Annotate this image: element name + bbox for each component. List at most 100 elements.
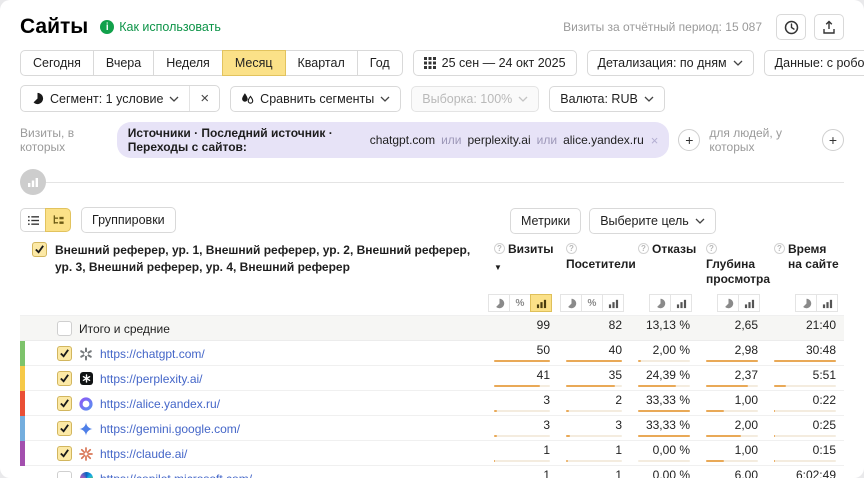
- site-link[interactable]: https://claude.ai/: [100, 447, 187, 461]
- metric-value-cell: 40: [558, 341, 630, 366]
- how-to-use-link[interactable]: i Как использовать: [100, 20, 221, 34]
- row-color-bar: [20, 441, 25, 466]
- totals-label: Итого и средние: [79, 322, 170, 336]
- metric-value-cell: 2,65: [698, 316, 766, 341]
- chevron-down-icon: [518, 96, 528, 102]
- clock-icon: [784, 20, 799, 35]
- row-checkbox[interactable]: [57, 371, 72, 386]
- add-people-condition-button[interactable]: +: [822, 129, 844, 151]
- people-filter-label: для людей, у которых: [709, 126, 813, 154]
- metric-value-cell: 1: [486, 441, 558, 466]
- goal-select-dropdown[interactable]: Выберите цель: [589, 208, 716, 234]
- metric-value-cell: 2,98: [698, 341, 766, 366]
- period-tab-5[interactable]: Год: [357, 50, 403, 76]
- metrics-button[interactable]: Метрики: [510, 208, 581, 234]
- metric-header-4[interactable]: ?Время на сайте: [766, 240, 844, 272]
- table-row: https://perplexity.ai/413524,39 %2,375:5…: [20, 366, 844, 391]
- metric-header-3[interactable]: ?Глубина просмотра: [698, 240, 766, 287]
- metric-value-cell: 99: [486, 316, 558, 341]
- select-all-checkbox[interactable]: [32, 242, 47, 257]
- metric-value-cell: 6:02:49: [766, 466, 844, 478]
- period-tab-2[interactable]: Неделя: [153, 50, 223, 76]
- sort-desc-icon: ▼: [494, 263, 502, 273]
- metric-help-icon: ?: [706, 243, 717, 254]
- compare-segments-button[interactable]: Сравнить сегменты: [230, 86, 401, 112]
- metric-value-cell: 24,39 %: [630, 366, 698, 391]
- segment-clear-button[interactable]: ×: [189, 86, 219, 111]
- period-tab-0[interactable]: Сегодня: [20, 50, 94, 76]
- segment-dropdown[interactable]: Сегмент: 1 условие: [21, 86, 189, 111]
- period-tab-3[interactable]: Месяц: [222, 50, 286, 76]
- metric-help-icon: ?: [774, 243, 785, 254]
- metric-header-1[interactable]: ?Посетители: [558, 240, 630, 272]
- list-view-button[interactable]: [20, 208, 46, 232]
- collapsed-chart-row: [20, 169, 844, 195]
- site-link[interactable]: https://perplexity.ai/: [100, 372, 203, 386]
- metric-value-cell: 0:22: [766, 391, 844, 416]
- period-tab-4[interactable]: Квартал: [285, 50, 358, 76]
- calendar-grid-icon: [424, 57, 436, 69]
- metric-value-cell: 3: [486, 416, 558, 441]
- date-range-button[interactable]: 25 сен — 24 окт 2025: [413, 50, 577, 76]
- groupings-button[interactable]: Группировки: [81, 207, 176, 233]
- dimension-header[interactable]: Внешний реферер, ур. 1, Внешний реферер,…: [55, 242, 486, 276]
- bar-chart-icon: [27, 176, 39, 188]
- bars-toggle-icon[interactable]: [530, 294, 552, 312]
- pie-toggle-icon[interactable]: [649, 294, 671, 312]
- metric-value-cell: 5:51: [766, 366, 844, 391]
- granularity-dropdown[interactable]: Детализация: по дням: [587, 50, 754, 76]
- totals-row: Итого и средние 998213,13 %2,6521:40: [20, 316, 844, 341]
- visits-toggle-group: %: [489, 294, 558, 312]
- tree-view-button[interactable]: [45, 208, 71, 232]
- metric-header-0[interactable]: ?Визиты▼: [486, 240, 558, 273]
- close-icon: ×: [200, 91, 209, 106]
- metric-value-cell: 0,00 %: [630, 441, 698, 466]
- percent-toggle-icon[interactable]: %: [509, 294, 531, 312]
- gemini-favicon-icon: [79, 422, 93, 436]
- metric-value-cell: 0,00 %: [630, 466, 698, 478]
- metric-value-cell: 1: [558, 441, 630, 466]
- pie-toggle-icon[interactable]: [488, 294, 510, 312]
- currency-dropdown[interactable]: Валюта: RUB: [549, 86, 665, 112]
- percent-toggle-icon[interactable]: %: [581, 294, 603, 312]
- data-mode-dropdown[interactable]: Данные: с роботами: [764, 50, 864, 76]
- site-link[interactable]: https://copilot.microsoft.com/: [100, 472, 252, 478]
- remove-filter-icon[interactable]: ×: [651, 133, 659, 148]
- history-button[interactable]: [776, 14, 806, 40]
- row-checkbox[interactable]: [57, 396, 72, 411]
- source-filter-chip[interactable]: Источники · Последний источник · Переход…: [117, 122, 670, 158]
- row-checkbox[interactable]: [57, 421, 72, 436]
- pie-toggle-icon[interactable]: [560, 294, 582, 312]
- add-visit-condition-button[interactable]: +: [678, 129, 700, 151]
- row-color-bar: [20, 391, 25, 416]
- bars-toggle-icon[interactable]: [816, 294, 838, 312]
- totals-checkbox[interactable]: [57, 321, 72, 336]
- metric-value-cell: 21:40: [766, 316, 844, 341]
- row-checkbox[interactable]: [57, 471, 72, 478]
- chevron-down-icon: [644, 96, 654, 102]
- pie-toggle-icon[interactable]: [795, 294, 817, 312]
- toggle-chart-button[interactable]: [20, 169, 46, 195]
- site-link[interactable]: https://chatgpt.com/: [100, 347, 205, 361]
- metric-value-cell: 2,37: [698, 366, 766, 391]
- period-tab-1[interactable]: Вчера: [93, 50, 154, 76]
- bars-toggle-icon[interactable]: [670, 294, 692, 312]
- pie-toggle-icon[interactable]: [717, 294, 739, 312]
- metric-header-2[interactable]: ?Отказы: [630, 240, 698, 257]
- site-link[interactable]: https://alice.yandex.ru/: [100, 397, 220, 411]
- site-link[interactable]: https://gemini.google.com/: [100, 422, 240, 436]
- chatgpt-favicon-icon: [79, 347, 93, 361]
- segment-filter-row: Визиты, в которых Источники · Последний …: [20, 122, 844, 158]
- sampling-dropdown[interactable]: Выборка: 100%: [411, 86, 539, 112]
- check-icon: [59, 373, 70, 384]
- metric-value-cell: 2,00 %: [630, 341, 698, 366]
- bounce-toggle-group: [650, 294, 698, 312]
- perplexity-favicon-icon: [79, 372, 93, 386]
- bars-toggle-icon[interactable]: [602, 294, 624, 312]
- row-checkbox[interactable]: [57, 346, 72, 361]
- bars-toggle-icon[interactable]: [738, 294, 760, 312]
- row-checkbox[interactable]: [57, 446, 72, 461]
- chart-divider: [46, 182, 844, 183]
- export-button[interactable]: [814, 14, 844, 40]
- segment-toolbar: Сегмент: 1 условие × Сравнить сегменты В…: [20, 85, 844, 112]
